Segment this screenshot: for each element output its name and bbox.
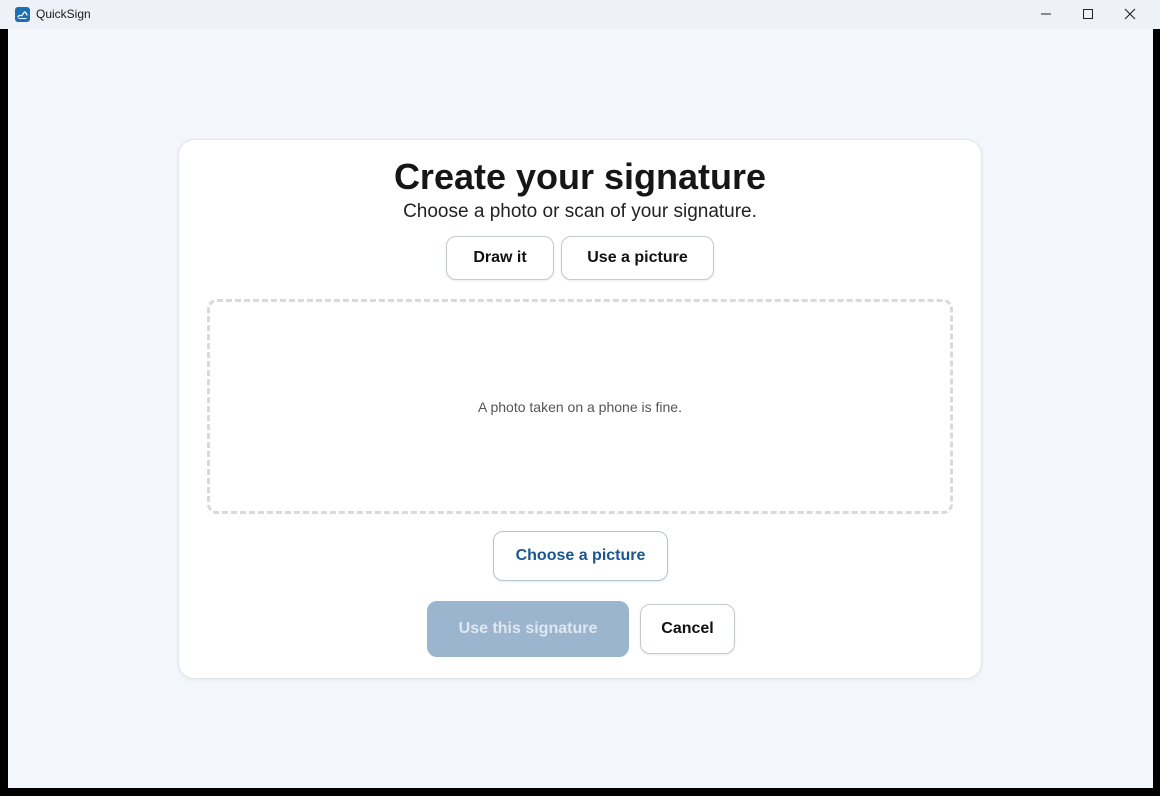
cancel-button[interactable]: Cancel	[640, 604, 735, 654]
draw-it-button[interactable]: Draw it	[446, 236, 554, 280]
close-button[interactable]	[1109, 0, 1151, 29]
app-title: QuickSign	[36, 7, 91, 21]
use-signature-button[interactable]: Use this signature	[427, 601, 629, 657]
close-icon	[1124, 8, 1136, 20]
maximize-icon	[1083, 9, 1093, 19]
minimize-button[interactable]	[1025, 0, 1067, 29]
use-picture-button[interactable]: Use a picture	[561, 236, 714, 280]
title-bar[interactable]: QuickSign	[0, 0, 1160, 29]
signature-dropzone[interactable]: A photo taken on a phone is fine.	[207, 299, 953, 514]
dropzone-hint: A photo taken on a phone is fine.	[478, 398, 682, 415]
maximize-button[interactable]	[1067, 0, 1109, 29]
quicksign-app-icon	[15, 7, 30, 22]
minimize-icon	[1041, 13, 1051, 15]
signature-dialog: Create your signature Choose a photo or …	[178, 139, 982, 679]
dialog-title: Create your signature	[393, 156, 767, 197]
app-content: Create your signature Choose a photo or …	[8, 29, 1153, 788]
choose-picture-button[interactable]: Choose a picture	[493, 531, 668, 581]
dialog-subtitle: Choose a photo or scan of your signature…	[403, 201, 757, 222]
app-window: QuickSign Create your signature Choose a…	[0, 0, 1160, 796]
